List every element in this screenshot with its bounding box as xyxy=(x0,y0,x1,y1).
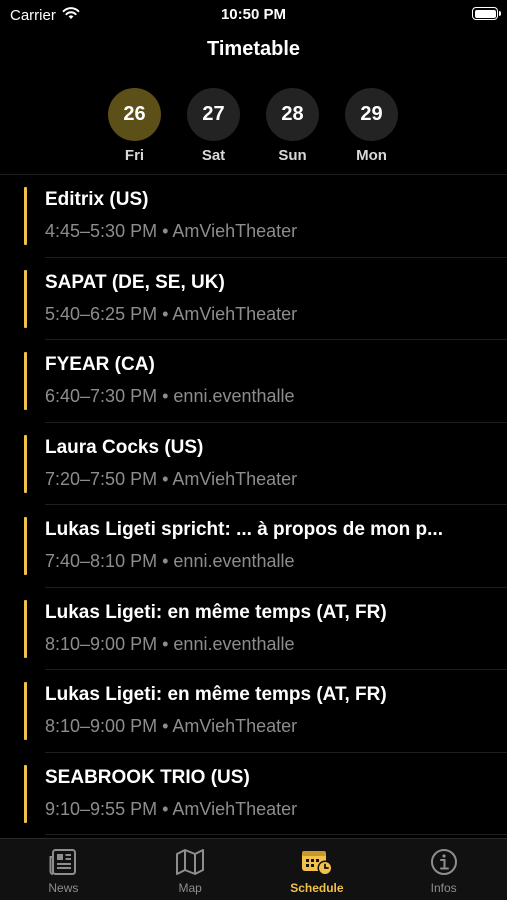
tab-bar: News Map Schedule Infos xyxy=(0,838,507,900)
newspaper-icon xyxy=(46,847,80,877)
day-label: Mon xyxy=(356,147,387,164)
day-number: 28 xyxy=(266,88,319,141)
day-selector: 26 Fri 27 Sat 28 Sun 29 Mon xyxy=(108,88,398,164)
event-time: 4:45–5:30 PM xyxy=(45,221,158,241)
event-title: Editrix (US) xyxy=(45,189,149,210)
meta-separator: • xyxy=(162,633,169,654)
event-meta: 7:20–7:50 PM • AmViehTheater xyxy=(45,469,297,490)
event-accent-bar xyxy=(24,764,27,823)
event-title: Laura Cocks (US) xyxy=(45,436,204,458)
day-button-26[interactable]: 26 Fri xyxy=(108,88,161,164)
meta-separator: • xyxy=(162,221,169,241)
map-icon xyxy=(173,847,207,877)
event-accent-bar xyxy=(24,599,27,658)
event-accent-bar xyxy=(24,517,27,575)
meta-separator: • xyxy=(162,386,169,406)
status-time: 10:50 PM xyxy=(220,6,287,23)
event-meta: 4:45–5:30 PM • AmViehTheater xyxy=(45,221,297,242)
event-time: 7:20–7:50 PM xyxy=(45,468,158,489)
day-button-28[interactable]: 28 Sun xyxy=(266,88,319,164)
list-item[interactable]: Lukas Ligeti: en même temps (AT, FR) 8:1… xyxy=(0,588,507,670)
day-number: 27 xyxy=(187,88,240,141)
meta-separator: • xyxy=(162,303,169,324)
battery-icon xyxy=(472,7,501,20)
event-meta: 9:10–9:55 PM • AmViehTheater xyxy=(45,799,297,820)
event-time: 8:10–9:00 PM xyxy=(45,716,158,736)
event-venue: AmViehTheater xyxy=(172,221,298,241)
day-label: Fri xyxy=(124,147,145,164)
event-venue: enni.eventhalle xyxy=(173,386,295,406)
day-number: 29 xyxy=(345,88,398,141)
event-meta: 6:40–7:30 PM • enni.eventhalle xyxy=(45,386,295,407)
tab-label: Schedule xyxy=(290,881,344,895)
event-time: 7:40–8:10 PM xyxy=(45,551,158,571)
event-list[interactable]: Editrix (US) 4:45–5:30 PM • AmViehTheate… xyxy=(0,175,507,839)
tab-map[interactable]: Map xyxy=(127,839,254,900)
event-meta: 7:40–8:10 PM • enni.eventhalle xyxy=(45,551,295,572)
event-accent-bar xyxy=(24,269,27,328)
calendar-clock-icon xyxy=(300,847,334,877)
list-item[interactable]: Laura Cocks (US) 7:20–7:50 PM • AmViehTh… xyxy=(0,423,507,505)
event-accent-bar xyxy=(24,187,27,245)
event-time: 6:40–7:30 PM xyxy=(45,386,158,406)
day-button-27[interactable]: 27 Sat xyxy=(187,88,240,164)
event-time: 5:40–6:25 PM xyxy=(45,303,158,324)
event-title: FYEAR (CA) xyxy=(45,354,155,375)
list-item[interactable]: SEABROOK TRIO (US) 9:10–9:55 PM • AmVieh… xyxy=(0,753,507,835)
meta-separator: • xyxy=(162,551,169,571)
event-venue: AmViehTheater xyxy=(172,468,298,489)
event-title: Lukas Ligeti: en même temps (AT, FR) xyxy=(45,684,387,705)
meta-separator: • xyxy=(162,716,169,736)
tab-schedule[interactable]: Schedule xyxy=(254,839,381,900)
event-venue: enni.eventhalle xyxy=(173,551,295,571)
meta-separator: • xyxy=(162,798,169,819)
event-title: Lukas Ligeti: en même temps (AT, FR) xyxy=(45,601,387,623)
status-bar: Carrier 10:50 PM xyxy=(0,0,507,28)
page-title: Timetable xyxy=(207,38,300,60)
day-number: 26 xyxy=(108,88,161,141)
day-label: Sat xyxy=(201,147,226,164)
list-item[interactable]: Lukas Ligeti spricht: ... à propos de mo… xyxy=(0,505,507,588)
event-venue: AmViehTheater xyxy=(172,303,298,324)
event-venue: AmViehTheater xyxy=(172,798,298,819)
event-venue: AmViehTheater xyxy=(172,716,298,736)
tab-label: Infos xyxy=(430,881,457,895)
row-divider xyxy=(45,834,507,835)
event-accent-bar xyxy=(24,434,27,493)
event-title: SAPAT (DE, SE, UK) xyxy=(45,271,225,293)
event-accent-bar xyxy=(24,352,27,410)
tab-label: Map xyxy=(178,881,202,895)
list-item[interactable]: Lukas Ligeti: en même temps (AT, FR) 8:1… xyxy=(0,670,507,753)
event-time: 9:10–9:55 PM xyxy=(45,798,158,819)
event-time: 8:10–9:00 PM xyxy=(45,633,158,654)
event-venue: enni.eventhalle xyxy=(173,633,295,654)
day-label: Sun xyxy=(278,147,307,164)
event-accent-bar xyxy=(24,682,27,740)
meta-separator: • xyxy=(162,468,169,489)
list-item[interactable]: FYEAR (CA) 6:40–7:30 PM • enni.eventhall… xyxy=(0,340,507,423)
event-meta: 8:10–9:00 PM • enni.eventhalle xyxy=(45,634,295,655)
tab-news[interactable]: News xyxy=(0,839,127,900)
info-circle-icon xyxy=(427,847,461,877)
tab-infos[interactable]: Infos xyxy=(380,839,507,900)
event-title: SEABROOK TRIO (US) xyxy=(45,766,250,788)
tab-label: News xyxy=(48,881,79,895)
list-item[interactable]: SAPAT (DE, SE, UK) 5:40–6:25 PM • AmVieh… xyxy=(0,258,507,340)
day-button-29[interactable]: 29 Mon xyxy=(345,88,398,164)
event-title: Lukas Ligeti spricht: ... à propos de mo… xyxy=(45,519,443,540)
event-meta: 5:40–6:25 PM • AmViehTheater xyxy=(45,304,297,325)
event-meta: 8:10–9:00 PM • AmViehTheater xyxy=(45,716,297,737)
list-item[interactable]: Editrix (US) 4:45–5:30 PM • AmViehTheate… xyxy=(0,175,507,258)
